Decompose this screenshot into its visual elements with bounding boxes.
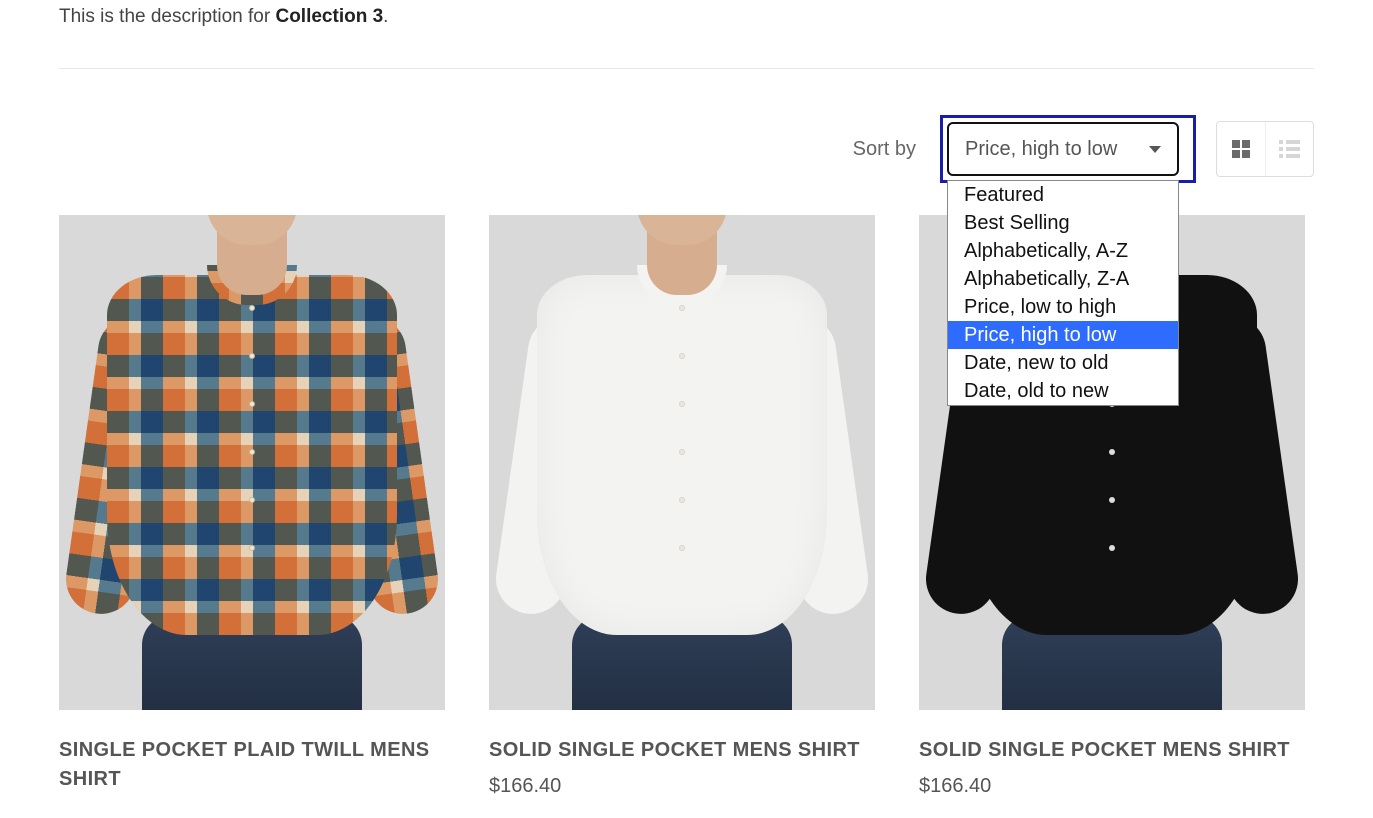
- product-title: SINGLE POCKET PLAID TWILL MENS SHIRT: [59, 736, 445, 794]
- desc-suffix: .: [383, 6, 388, 27]
- sort-option[interactable]: Price, low to high: [948, 293, 1178, 321]
- grid-icon: [1232, 140, 1250, 158]
- product-title: SOLID SINGLE POCKET MENS SHIRT: [919, 736, 1305, 765]
- collection-description: This is the description for Collection 3…: [59, 6, 1314, 28]
- sort-option[interactable]: Featured: [948, 181, 1178, 209]
- sort-highlight-frame: Price, high to low FeaturedBest SellingA…: [940, 115, 1196, 183]
- product-price: $166.40: [489, 775, 875, 798]
- desc-bold: Collection 3: [275, 6, 383, 27]
- sort-select[interactable]: Price, high to low: [947, 122, 1179, 176]
- toolbar: Sort by Price, high to low FeaturedBest …: [59, 115, 1314, 183]
- grid-view-button[interactable]: [1217, 122, 1265, 176]
- desc-prefix: This is the description for: [59, 6, 275, 27]
- product-title: SOLID SINGLE POCKET MENS SHIRT: [489, 736, 875, 765]
- sort-selected-value: Price, high to low: [965, 138, 1117, 161]
- sort-options-list: FeaturedBest SellingAlphabetically, A-ZA…: [947, 180, 1179, 406]
- product-card[interactable]: SINGLE POCKET PLAID TWILL MENS SHIRT: [59, 215, 445, 804]
- sort-by-label: Sort by: [853, 138, 916, 161]
- sort-option[interactable]: Alphabetically, A-Z: [948, 237, 1178, 265]
- product-image[interactable]: [489, 215, 875, 710]
- sort-option[interactable]: Date, new to old: [948, 349, 1178, 377]
- list-view-button[interactable]: [1265, 122, 1313, 176]
- product-card[interactable]: SOLID SINGLE POCKET MENS SHIRT $166.40: [489, 215, 875, 804]
- sort-option[interactable]: Price, high to low: [948, 321, 1178, 349]
- product-image[interactable]: [59, 215, 445, 710]
- view-toggle: [1216, 121, 1314, 177]
- sort-option[interactable]: Date, old to new: [948, 377, 1178, 405]
- divider: [59, 68, 1314, 69]
- list-icon: [1279, 140, 1300, 158]
- chevron-down-icon: [1149, 146, 1161, 153]
- product-price: $166.40: [919, 775, 1305, 798]
- sort-option[interactable]: Alphabetically, Z-A: [948, 265, 1178, 293]
- sort-option[interactable]: Best Selling: [948, 209, 1178, 237]
